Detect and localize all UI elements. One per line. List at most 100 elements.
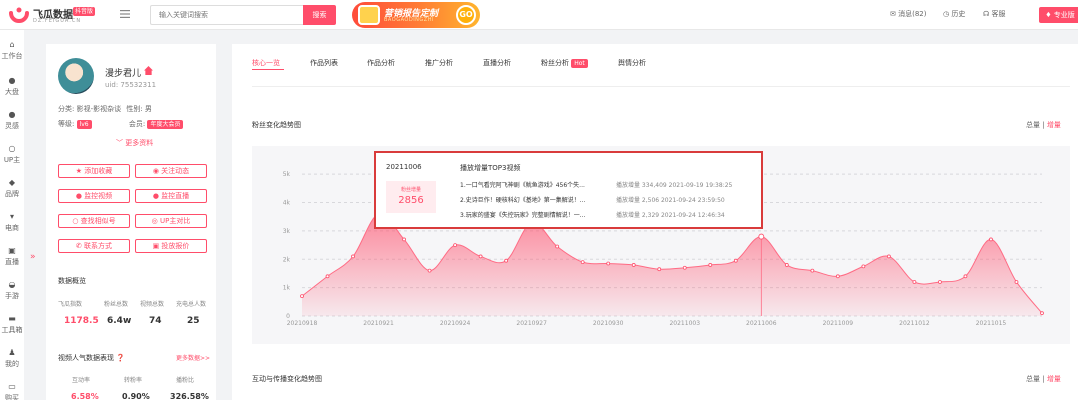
profile-name[interactable]: 漫步君儿 (105, 66, 141, 79)
sidebar-item-brand[interactable]: ◆ 品牌 (0, 178, 24, 199)
collapse-arrow-icon[interactable]: » (30, 252, 36, 262)
button-label: 添加收藏 (84, 167, 113, 175)
brand-badge: 抖音版 (73, 7, 96, 16)
clock-icon: ◷ (943, 10, 950, 18)
feigua-logo-icon[interactable] (8, 4, 30, 26)
envelope-icon: ✉ (890, 10, 896, 18)
button-label: 关注动态 (161, 167, 190, 175)
sidebar-item-inspiration[interactable]: ● 灵感 (0, 110, 24, 131)
sidebar-item-buy[interactable]: ▭ 购买 (0, 382, 24, 400)
search-input[interactable] (150, 5, 303, 25)
top-video-title[interactable]: 3.玩家的盛宴《失控玩家》完整剧情解说！一... (460, 210, 585, 219)
charge-total-value: 25 (187, 316, 200, 326)
ad-quote-button[interactable]: ▣ 投放报价 (135, 239, 207, 253)
search-button[interactable]: 搜索 (303, 5, 336, 25)
sidebar-item-mine[interactable]: ♟ 我的 (0, 348, 24, 369)
tab-works-list[interactable]: 作品列表 (310, 58, 338, 68)
top-video-title[interactable]: 2.史诗巨作！硬核科幻《基地》第一集解说！... (460, 195, 585, 204)
messages-link[interactable]: ✉ 消息(82) (890, 9, 926, 19)
service-link[interactable]: ☊ 客服 (983, 9, 1005, 19)
data-point (402, 237, 406, 242)
data-point (861, 264, 866, 269)
pro-version-button[interactable]: ♦ 专业版 (1039, 7, 1078, 23)
data-point (427, 268, 432, 273)
avatar[interactable] (58, 58, 94, 94)
toggle-total[interactable]: 总量 (1026, 375, 1040, 383)
data-point (453, 243, 458, 247)
profile-uid: uid: 75532311 (105, 81, 157, 89)
toggle-delta[interactable]: 增量 (1047, 121, 1061, 129)
perf-label: 播粉比 (176, 377, 195, 384)
interaction-trend-title: 互动与传播变化趋势图 (252, 375, 322, 383)
button-label: UP主对比 (159, 217, 191, 225)
fans-trend-title: 粉丝变化趋势图 (252, 121, 301, 129)
tooltip-date: 20211006 (386, 163, 422, 171)
monitor-live-button[interactable]: ● 监控直播 (135, 189, 207, 203)
monitor-video-button[interactable]: ● 监控视频 (58, 189, 130, 203)
history-label: 历史 (951, 10, 966, 18)
tab-core-overview[interactable]: 核心一览 (252, 58, 280, 68)
active-tab-indicator (252, 69, 284, 70)
x-tick-label: 20211015 (976, 320, 1007, 327)
sidebar-item-workbench[interactable]: ⌂ 工作台 (0, 40, 24, 61)
history-link[interactable]: ◷ 历史 (943, 9, 965, 19)
compare-up-button[interactable]: ◎ UP主对比 (135, 214, 207, 228)
chart-tooltip: 20211006 播放增量TOP3视频 粉丝增量 2856 1.一口气看完阿飞神… (374, 151, 763, 229)
fans-increase-value: 2856 (398, 195, 424, 206)
sidebar-item-toolbox[interactable]: ▬ 工具箱 (0, 314, 24, 335)
tab-sentiment-analysis[interactable]: 舆情分析 (618, 58, 646, 68)
top-bar: 飞瓜数据 抖音版 DZ.FEIGUA.CN 搜索 营销报告定制 BAOGAODI… (0, 0, 1078, 30)
sidebar-item-label: 我的 (5, 360, 19, 368)
more-data-link[interactable]: 更多数据>> (176, 353, 210, 362)
brand-domain: DZ.FEIGUA.CN (33, 18, 82, 24)
top-video-meta: 播放增量 2,506 2021-09-24 23:59:50 (616, 197, 725, 204)
sidebar-item-label: 工具箱 (1, 326, 23, 334)
tab-live-analysis[interactable]: 直播分析 (483, 58, 511, 68)
help-icon[interactable]: ❓ (116, 354, 125, 362)
profile-category: 分类: 影视-影视杂谈 (58, 105, 122, 113)
headset-icon: ☊ (983, 10, 990, 18)
profile-category-row: 分类: 影视-影视杂谈 性别: 男 (58, 104, 152, 114)
sidebar-item-ecommerce[interactable]: ▾ 电商 (0, 212, 24, 233)
toggle-total[interactable]: 总量 (1026, 121, 1040, 129)
x-tick-label: 20210921 (363, 320, 394, 327)
overview-label: 充电总人数 (176, 301, 207, 308)
diamond-icon: ♦ (1045, 11, 1052, 19)
menu-icon[interactable] (120, 9, 130, 19)
data-point (504, 258, 509, 263)
x-tick-label: 20210924 (440, 320, 471, 327)
tab-fans-analysis[interactable]: 粉丝分析 Hot (541, 58, 588, 68)
sidebar-item-up[interactable]: ○ UP主 (0, 144, 24, 165)
top-video-title[interactable]: 1.一口气看完阿飞神剧《鱿鱼游戏》456个失... (460, 180, 585, 189)
button-label: 监控视频 (84, 192, 113, 200)
house-icon[interactable] (144, 66, 153, 75)
toggle-separator: | (1042, 121, 1045, 129)
toggle-delta[interactable]: 增量 (1047, 375, 1061, 383)
sidebar-item-label: 大盘 (5, 88, 19, 96)
follow-updates-button[interactable]: ◉ 关注动态 (135, 164, 207, 178)
y-tick-label: 0 (286, 313, 290, 320)
report-banner[interactable]: 营销报告定制 BAOGAODINGZHI GO (352, 2, 480, 28)
monitor-icon: ● (152, 192, 159, 200)
add-favorite-button[interactable]: ★ 添加收藏 (58, 164, 130, 178)
contact-button[interactable]: ✆ 联系方式 (58, 239, 130, 253)
sidebar-item-overview[interactable]: ● 大盘 (0, 76, 24, 97)
sidebar-item-live[interactable]: ▣ 直播 (0, 246, 24, 267)
find-similar-button[interactable]: ○ 查找相似号 (58, 214, 130, 228)
x-tick-label: 20211003 (669, 320, 700, 327)
data-point (938, 280, 942, 284)
data-point (580, 260, 585, 265)
sidebar-item-games[interactable]: ◒ 手游 (0, 280, 24, 301)
x-tick-label: 20210930 (593, 320, 624, 327)
overview-label: 粉丝总数 (104, 301, 129, 308)
data-point (682, 265, 687, 270)
gift-icon (358, 5, 380, 25)
perf-label: 转粉率 (124, 377, 143, 384)
level-badge: lv6 (76, 120, 92, 129)
compare-icon: ◎ (151, 217, 158, 225)
sidebar-item-label: 购买 (5, 394, 19, 400)
tab-promotion-analysis[interactable]: 推广分析 (425, 58, 453, 68)
more-info-link[interactable]: ﹀ 更多资料 (116, 138, 153, 148)
banner-go-button[interactable]: GO (456, 5, 476, 25)
tab-works-analysis[interactable]: 作品分析 (367, 58, 395, 68)
